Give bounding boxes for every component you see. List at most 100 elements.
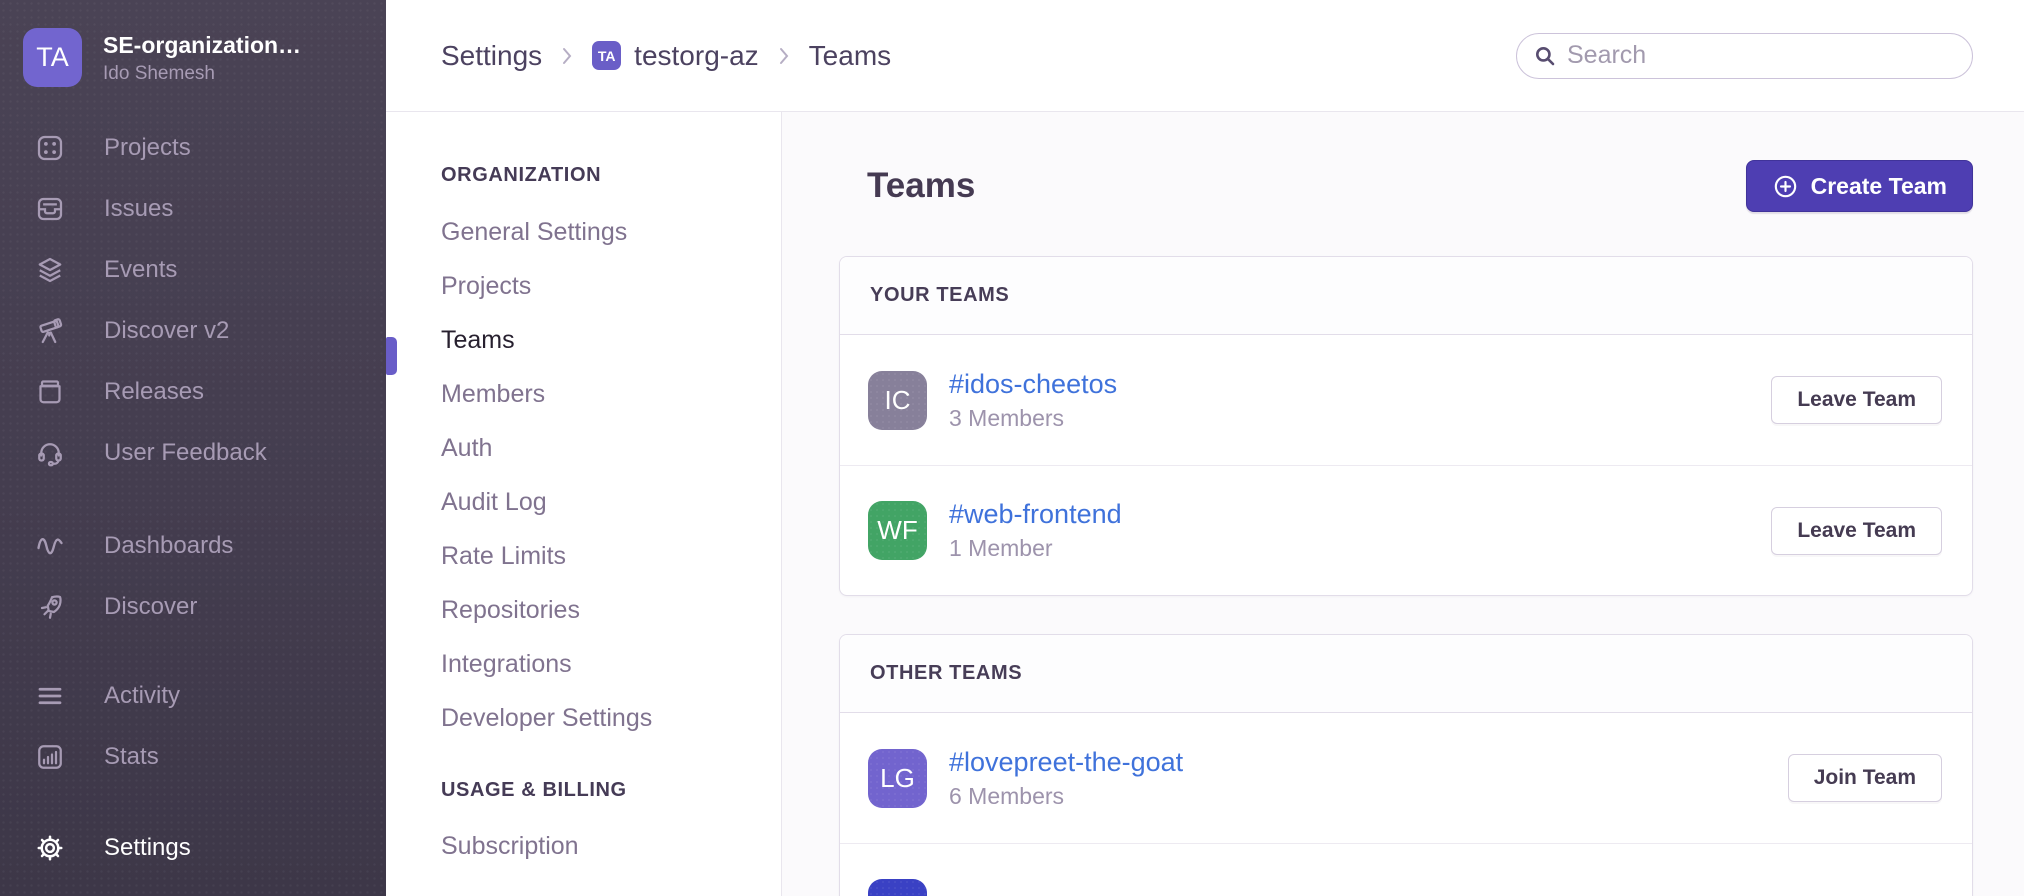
sidebar-item-label: Releases [104,378,204,406]
sidebar-item-label: Events [104,256,177,284]
other-teams-panel: OTHER TEAMS LG #lovepreet-the-goat 6 Mem… [839,634,1973,896]
stats-icon [33,740,67,774]
projects-icon [33,131,67,165]
settings-nav-item-integrations[interactable]: Integrations [441,637,781,691]
sidebar-item-label: Discover [104,593,197,621]
sidebar-item-label: Discover v2 [104,317,229,345]
sidebar-item-settings[interactable]: Settings [0,817,386,878]
settings-nav-item-repositories[interactable]: Repositories [441,583,781,637]
app-root: TA SE-organization… Ido Shemesh Project [0,0,2024,896]
team-avatar: WF [868,501,927,560]
sidebar-item-releases[interactable]: Releases [0,361,386,422]
sidebar-item-label: User Feedback [104,439,267,467]
page-header: Teams Create Team [839,160,1973,212]
sidebar-item-label: Projects [104,134,191,162]
settings-nav-list: General Settings Projects Teams Members … [441,205,781,745]
page-title: Teams [867,166,975,206]
sidebar-item-label: Settings [104,834,191,862]
telescope-icon [33,314,67,348]
leave-team-button[interactable]: Leave Team [1771,507,1942,555]
org-avatar: TA [23,28,82,87]
settings-nav-item-developer-settings[interactable]: Developer Settings [441,691,781,745]
settings-nav-item-members[interactable]: Members [441,367,781,421]
create-team-label: Create Team [1811,173,1947,200]
breadcrumb-org-label: testorg-az [634,40,759,72]
chevron-right-icon [774,43,794,69]
sidebar-item-activity[interactable]: Activity [0,665,386,726]
breadcrumb-org[interactable]: TA testorg-az [592,40,759,72]
team-link[interactable]: #idos-cheetos [949,369,1117,400]
sidebar: TA SE-organization… Ido Shemesh Project [0,0,386,896]
org-name: SE-organization… [103,30,301,60]
sidebar-item-user-feedback[interactable]: User Feedback [0,422,386,483]
team-row: LG #lovepreet-the-goat 6 Members Join Te… [840,713,1972,843]
chevron-right-icon [557,43,577,69]
events-icon [33,253,67,287]
sidebar-group-gap [0,637,386,665]
team-member-count: 1 Member [949,535,1122,562]
panel-header: OTHER TEAMS [840,635,1972,713]
org-meta: SE-organization… Ido Shemesh [103,30,301,86]
settings-nav-active-indicator [386,337,397,375]
sidebar-item-projects[interactable]: Projects [0,117,386,178]
sidebar-item-label: Activity [104,682,180,710]
settings-nav-section-header: USAGE & BILLING [441,779,781,802]
org-badge: TA [592,41,621,70]
rocket-icon [33,590,67,624]
settings-nav: ORGANIZATION General Settings Projects T… [386,112,782,896]
team-member-count: 3 Members [949,405,1117,432]
plus-circle-icon [1772,173,1799,200]
team-avatar: IC [868,371,927,430]
search-input[interactable] [1516,33,1973,79]
your-teams-panel: YOUR TEAMS IC #idos-cheetos 3 Members Le… [839,256,1973,596]
search-box [1516,33,1973,79]
settings-nav-item-auth[interactable]: Auth [441,421,781,475]
top-header: Settings TA testorg-az Teams [386,0,2024,112]
team-link[interactable]: #lovepreet-the-goat [949,747,1183,778]
sidebar-group-gap [0,483,386,515]
team-row-partial [840,843,1972,896]
main-content: Teams Create Team YOU [782,112,2024,896]
sidebar-item-label: Issues [104,195,173,223]
settings-nav-item-teams[interactable]: Teams [441,313,781,367]
team-link[interactable]: #web-frontend [949,499,1122,530]
activity-lines-icon [33,679,67,713]
breadcrumb-settings[interactable]: Settings [441,40,542,72]
join-team-button[interactable]: Join Team [1788,754,1942,802]
sidebar-group-gap [0,787,386,817]
breadcrumb: Settings TA testorg-az Teams [441,40,891,72]
panel-header: YOUR TEAMS [840,257,1972,335]
team-row: WF #web-frontend 1 Member Leave Team [840,465,1972,595]
search-icon [1532,43,1558,74]
settings-nav-list: Subscription [441,819,781,873]
sidebar-nav: Projects Issues [0,117,386,878]
org-user-name: Ido Shemesh [103,62,301,86]
team-avatar [868,879,927,896]
sidebar-item-discover[interactable]: Discover [0,576,386,637]
sidebar-item-issues[interactable]: Issues [0,178,386,239]
create-team-button[interactable]: Create Team [1746,160,1973,212]
settings-nav-item-general-settings[interactable]: General Settings [441,205,781,259]
settings-nav-item-audit-log[interactable]: Audit Log [441,475,781,529]
content-area: ORGANIZATION General Settings Projects T… [386,112,2024,896]
sidebar-item-stats[interactable]: Stats [0,726,386,787]
issues-icon [33,192,67,226]
gear-icon [33,831,67,865]
team-member-count: 6 Members [949,783,1183,810]
settings-nav-item-rate-limits[interactable]: Rate Limits [441,529,781,583]
team-info: #idos-cheetos 3 Members [949,369,1117,432]
pulse-icon [33,529,67,563]
sidebar-item-dashboards[interactable]: Dashboards [0,515,386,576]
breadcrumb-current-teams[interactable]: Teams [809,40,891,72]
settings-nav-section-header: ORGANIZATION [441,164,781,187]
settings-nav-item-subscription[interactable]: Subscription [441,819,781,873]
settings-nav-item-projects[interactable]: Projects [441,259,781,313]
sidebar-item-discover-v2[interactable]: Discover v2 [0,300,386,361]
right-area: Settings TA testorg-az Teams [386,0,2024,896]
team-info: #lovepreet-the-goat 6 Members [949,747,1183,810]
org-switcher[interactable]: TA SE-organization… Ido Shemesh [23,28,364,87]
leave-team-button[interactable]: Leave Team [1771,376,1942,424]
sidebar-item-events[interactable]: Events [0,239,386,300]
team-avatar: LG [868,749,927,808]
user-feedback-icon [33,436,67,470]
